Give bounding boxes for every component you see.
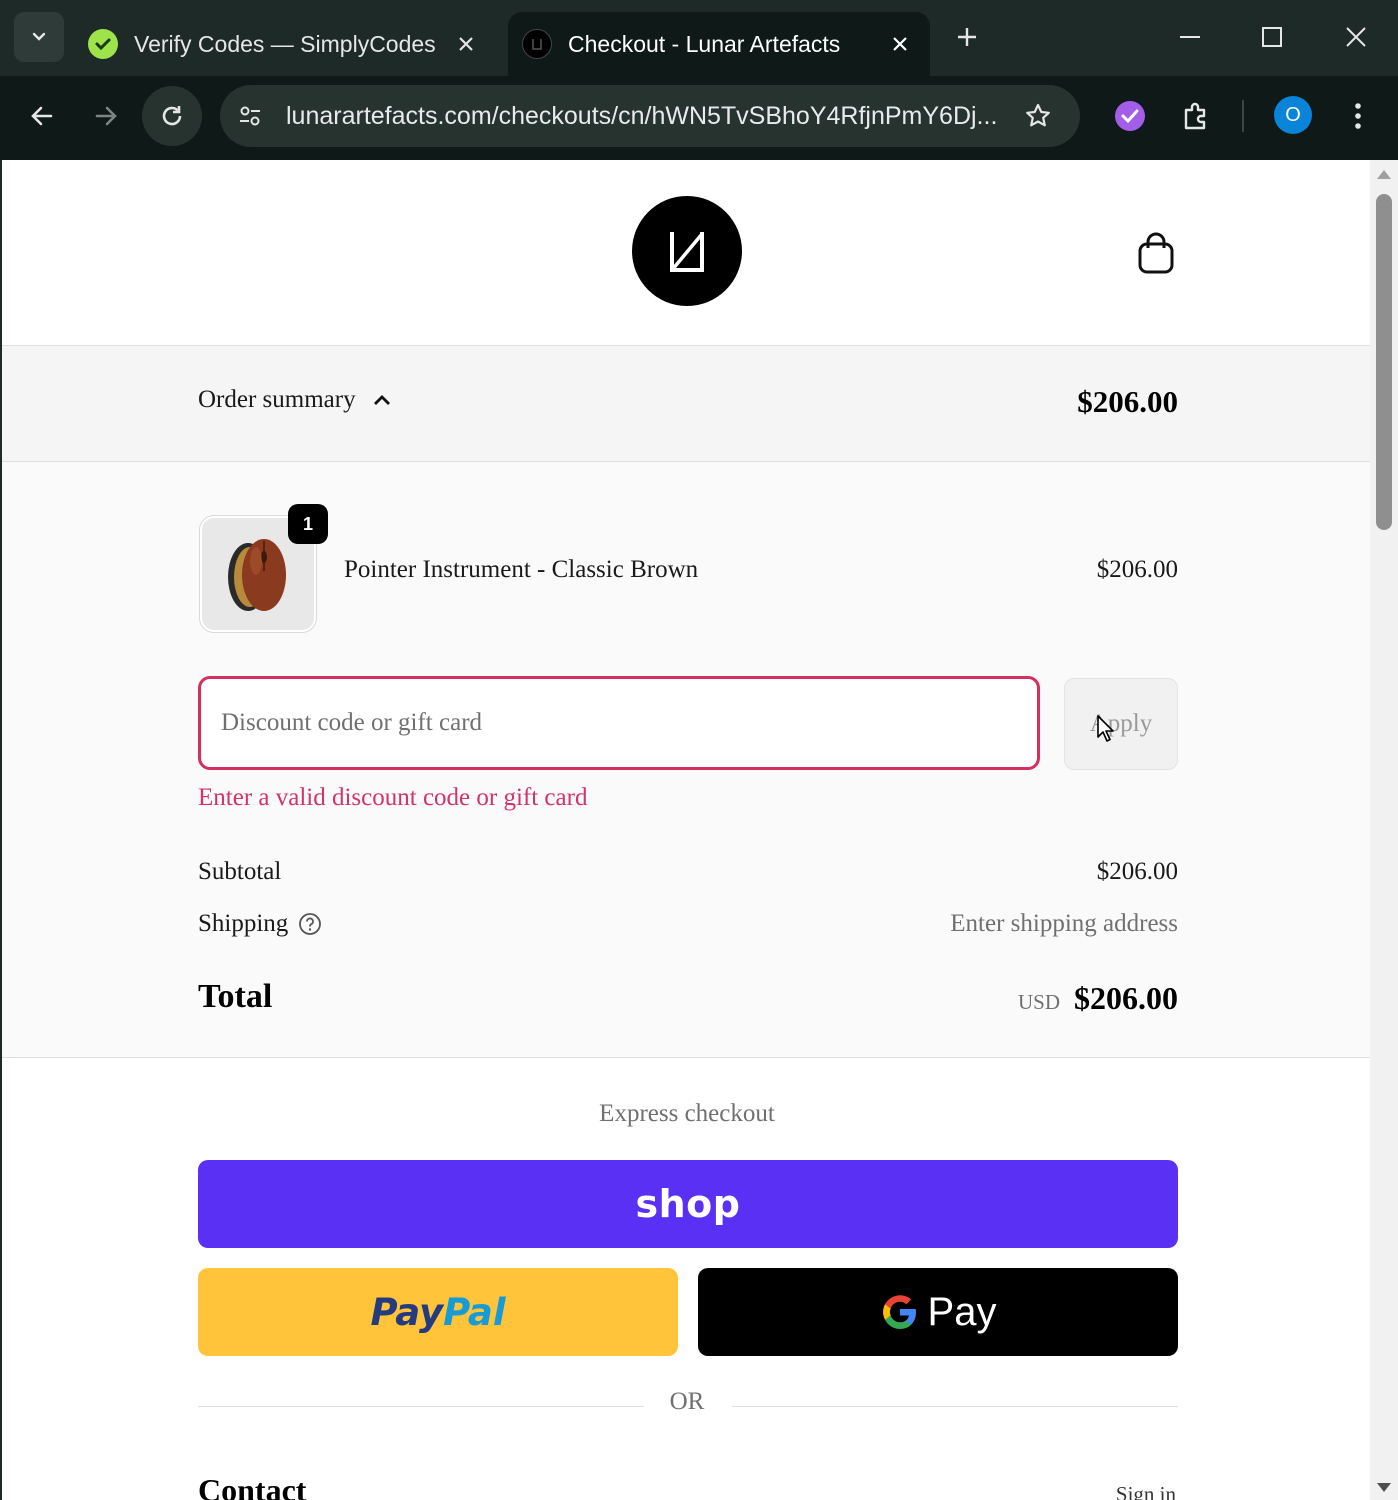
- quantity-badge: 1: [288, 504, 328, 544]
- scrollbar-thumb[interactable]: [1376, 194, 1392, 530]
- google-pay-label: Pay: [927, 1289, 997, 1334]
- browser-toolbar: lunarartefacts.com/checkouts/cn/hWN5TvSB…: [0, 76, 1398, 160]
- reload-icon: [162, 106, 182, 126]
- shop-pay-button[interactable]: shop: [198, 1160, 1178, 1248]
- back-button[interactable]: [12, 86, 72, 146]
- checkout-page: Order summary $206.00 1 Pointer Instrume…: [0, 160, 1370, 1500]
- tab-checkout[interactable]: Checkout - Lunar Artefacts: [508, 12, 930, 76]
- order-summary-panel: 1 Pointer Instrument - Classic Brown $20…: [2, 462, 1370, 1058]
- forward-button[interactable]: [76, 86, 136, 146]
- minimize-icon: [1180, 36, 1200, 38]
- product-price: $206.00: [1096, 556, 1178, 583]
- computer-mouse-icon: [228, 539, 286, 611]
- total-label: Total: [198, 978, 273, 1015]
- order-summary-total: $206.00: [1077, 384, 1178, 419]
- arrow-left-icon: [31, 106, 53, 126]
- tab-title: Checkout - Lunar Artefacts: [568, 30, 841, 57]
- arrow-right-icon: [95, 106, 117, 126]
- browser-tabstrip: Verify Codes — SimplyCodes Checkout - Lu…: [0, 0, 1398, 76]
- logo-mark-icon: [670, 232, 704, 272]
- express-checkout-label: Express checkout: [599, 1100, 775, 1127]
- minimize-button[interactable]: [1160, 14, 1220, 60]
- discount-code-input[interactable]: [198, 676, 1040, 770]
- order-summary-bar[interactable]: Order summary $206.00: [2, 346, 1370, 462]
- product-name: Pointer Instrument - Classic Brown: [344, 556, 699, 583]
- page-scrollbar[interactable]: [1370, 160, 1398, 1500]
- close-icon: [1346, 27, 1366, 47]
- paypal-logo-part1: Pay: [370, 1290, 444, 1334]
- maximize-icon: [1262, 27, 1282, 47]
- scroll-up-arrow-icon[interactable]: [1377, 170, 1391, 179]
- url-text: lunarartefacts.com/checkouts/cn/hWN5TvSB…: [286, 101, 998, 130]
- address-bar[interactable]: lunarartefacts.com/checkouts/cn/hWN5TvSB…: [220, 85, 1080, 147]
- tab-title: Verify Codes — SimplyCodes: [134, 30, 436, 57]
- close-window-button[interactable]: [1326, 14, 1386, 60]
- subtotal-label: Subtotal: [198, 858, 282, 885]
- google-pay-button[interactable]: Pay: [698, 1268, 1178, 1356]
- paypal-button[interactable]: Pay Pal: [198, 1268, 678, 1356]
- google-g-icon: [882, 1295, 916, 1329]
- tab-simplycodes[interactable]: Verify Codes — SimplyCodes: [76, 12, 496, 76]
- tab-search-button[interactable]: [14, 12, 64, 62]
- tab-close-icon[interactable]: [880, 24, 920, 64]
- site-settings-icon[interactable]: [230, 96, 270, 136]
- apply-discount-button[interactable]: Apply: [1064, 678, 1178, 770]
- bookmark-star-icon[interactable]: [1016, 94, 1060, 138]
- subtotal-value: $206.00: [1096, 858, 1178, 885]
- scroll-down-arrow-icon[interactable]: [1377, 1483, 1391, 1492]
- mouse-cursor-icon: [1097, 715, 1114, 742]
- extensions-puzzle-icon[interactable]: [1176, 96, 1216, 136]
- chevron-down-icon: [32, 32, 46, 41]
- plus-icon: [958, 28, 976, 46]
- contact-heading: Contact: [198, 1472, 307, 1500]
- lunar-artefacts-logo[interactable]: [632, 196, 742, 306]
- help-circle-icon[interactable]: [298, 912, 322, 936]
- reload-button[interactable]: [142, 86, 202, 146]
- shipping-value: Enter shipping address: [950, 910, 1178, 937]
- or-divider-label: OR: [669, 1388, 705, 1415]
- simplycodes-favicon-icon: [88, 29, 118, 59]
- lunar-favicon-icon: [522, 29, 552, 59]
- shipping-label: Shipping: [198, 910, 289, 937]
- total-value: $206.00: [1074, 980, 1178, 1016]
- chevron-up-icon: [372, 390, 392, 410]
- shipping-row-label: Shipping: [198, 910, 322, 938]
- profile-avatar[interactable]: O: [1274, 96, 1312, 134]
- tab-close-icon[interactable]: [446, 24, 486, 64]
- paypal-logo-part2: Pal: [443, 1290, 506, 1334]
- new-tab-button[interactable]: [946, 16, 988, 58]
- total-currency: USD: [1017, 990, 1060, 1014]
- toolbar-separator: [1242, 100, 1244, 132]
- order-summary-label: Order summary: [198, 386, 356, 413]
- sign-in-link[interactable]: Sign in: [1116, 1482, 1176, 1500]
- shopping-bag-icon[interactable]: [1134, 230, 1178, 278]
- store-header: [2, 160, 1370, 346]
- discount-error-message: Enter a valid discount code or gift card: [198, 784, 588, 811]
- simplycodes-extension-icon[interactable]: [1110, 96, 1150, 136]
- order-summary-toggle[interactable]: Order summary: [198, 386, 392, 414]
- maximize-button[interactable]: [1242, 14, 1302, 60]
- more-menu-icon[interactable]: [1338, 96, 1378, 136]
